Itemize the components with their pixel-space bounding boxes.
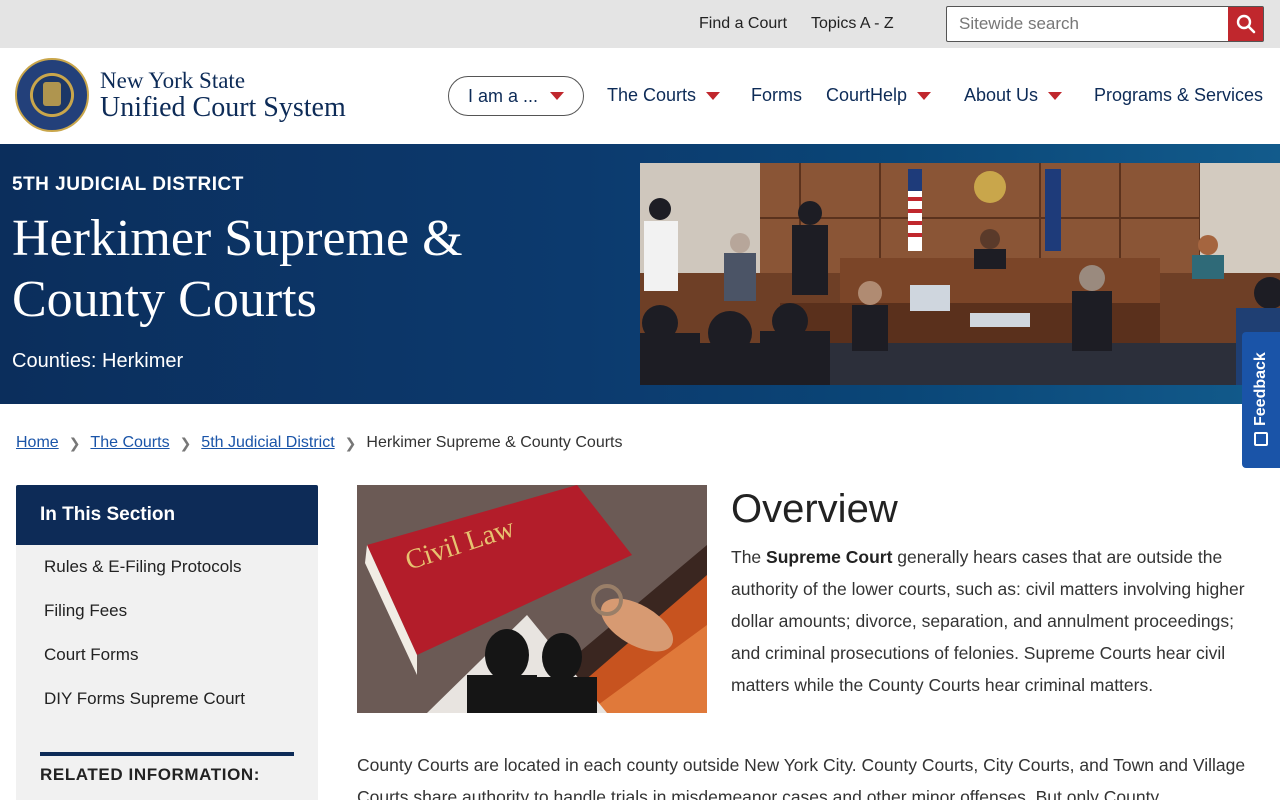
sidebar-item-rules-efiling[interactable]: Rules & E-Filing Protocols xyxy=(44,557,241,577)
sidebar-item-filing-fees[interactable]: Filing Fees xyxy=(44,601,127,621)
find-a-court-link[interactable]: Find a Court xyxy=(699,15,787,33)
nav-forms-label: Forms xyxy=(751,85,802,105)
overview-bold-term: Supreme Court xyxy=(766,547,893,567)
sidebar-item-court-forms[interactable]: Court Forms xyxy=(44,645,138,665)
seal-shield xyxy=(43,82,61,106)
related-information-heading: RELATED INFORMATION: xyxy=(40,765,261,784)
breadcrumb: Home ❯ The Courts ❯ 5th Judicial Distric… xyxy=(16,434,623,452)
caret-down-icon xyxy=(1048,91,1063,100)
feedback-icon xyxy=(1254,432,1268,446)
related-divider xyxy=(40,752,294,756)
counties-label: Counties: Herkimer xyxy=(12,350,184,372)
feedback-label: Feedback xyxy=(1252,352,1269,426)
courtroom-photo xyxy=(640,163,1280,385)
breadcrumb-5th-district[interactable]: 5th Judicial District xyxy=(201,434,334,452)
utility-bar: Find a Court Topics A - Z xyxy=(0,0,1280,48)
nav-courthelp-label: CourtHelp xyxy=(826,85,908,105)
overview-paragraph: The Supreme Court generally hears cases … xyxy=(731,541,1251,701)
page-title: Herkimer Supreme & County Courts xyxy=(12,210,463,328)
nav-about-us-label: About Us xyxy=(964,85,1039,105)
sidebar-heading: In This Section xyxy=(16,485,318,545)
chevron-right-icon: ❯ xyxy=(68,434,81,451)
caret-down-icon xyxy=(706,91,721,100)
overview-intro: The xyxy=(731,547,767,567)
breadcrumb-the-courts[interactable]: The Courts xyxy=(90,434,169,452)
chevron-right-icon: ❯ xyxy=(179,434,192,451)
site-header: New York State Unified Court System I am… xyxy=(0,48,1280,144)
overview-rest: generally hears cases that are outside t… xyxy=(731,547,1245,695)
brand-name-line1[interactable]: New York State xyxy=(100,68,245,94)
caret-down-icon xyxy=(917,91,932,100)
i-am-a-dropdown[interactable]: I am a ... xyxy=(448,76,584,116)
nav-about-us[interactable]: About Us xyxy=(964,85,1063,106)
civil-law-collage: Civil Law xyxy=(357,485,707,713)
nav-the-courts-label: The Courts xyxy=(607,85,697,105)
sitewide-search xyxy=(946,6,1264,42)
chevron-right-icon: ❯ xyxy=(344,434,357,451)
nav-the-courts[interactable]: The Courts xyxy=(607,85,721,106)
hero-banner: 5TH JUDICIAL DISTRICT Herkimer Supreme &… xyxy=(0,144,1280,404)
search-icon xyxy=(1236,14,1255,34)
in-this-section-sidebar: In This Section Rules & E-Filing Protoco… xyxy=(16,485,318,800)
district-label: 5TH JUDICIAL DISTRICT xyxy=(12,174,244,195)
sidebar-item-diy-forms[interactable]: DIY Forms Supreme Court xyxy=(44,689,245,709)
overview-heading: Overview xyxy=(731,487,898,531)
nav-courthelp[interactable]: CourtHelp xyxy=(826,85,932,106)
courtroom-illustration xyxy=(640,163,1280,385)
brand-name-line2[interactable]: Unified Court System xyxy=(100,92,346,124)
search-button[interactable] xyxy=(1228,7,1263,41)
court-seal-logo[interactable] xyxy=(15,58,89,132)
breadcrumb-home[interactable]: Home xyxy=(16,434,59,452)
civil-law-collage-image: Civil Law xyxy=(357,485,707,713)
nav-programs-services[interactable]: Programs & Services xyxy=(1094,85,1263,106)
search-input[interactable] xyxy=(947,7,1229,41)
nav-forms[interactable]: Forms xyxy=(751,85,802,106)
feedback-tab[interactable]: Feedback xyxy=(1242,332,1280,468)
nav-programs-label: Programs & Services xyxy=(1094,85,1264,105)
topics-a-z-link[interactable]: Topics A - Z xyxy=(811,15,894,33)
i-am-a-label: I am a ... xyxy=(467,85,539,106)
county-courts-paragraph: County Courts are located in each county… xyxy=(357,755,1246,800)
caret-down-icon xyxy=(550,92,565,100)
breadcrumb-current: Herkimer Supreme & County Courts xyxy=(366,434,623,451)
